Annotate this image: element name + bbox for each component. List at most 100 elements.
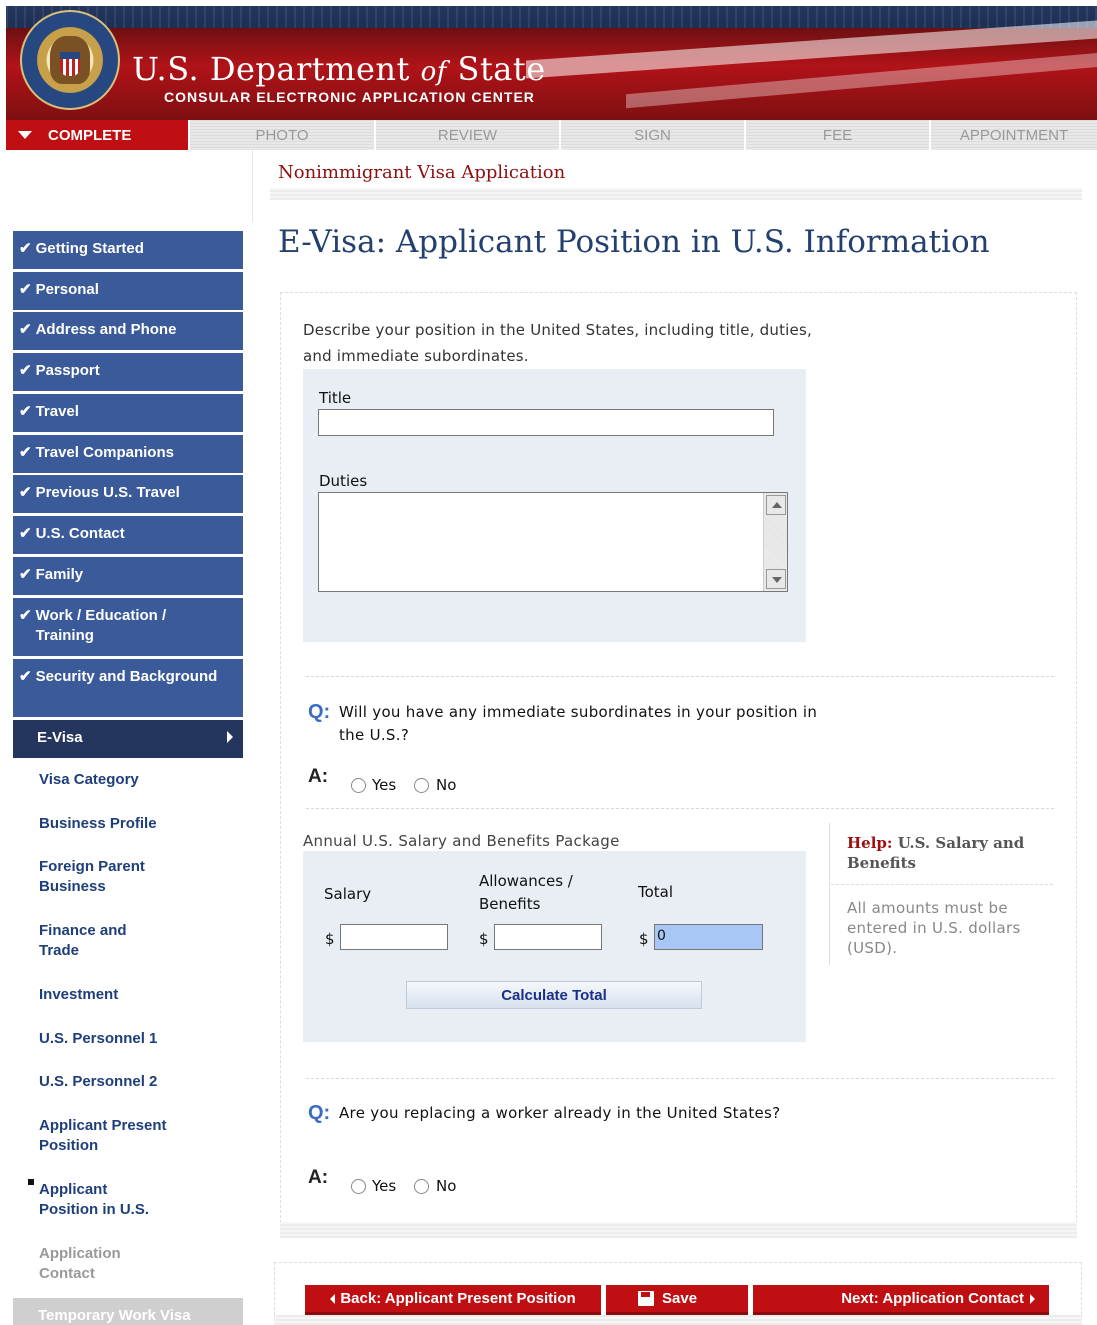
sidebar-item-label: Travel Companions	[35, 444, 174, 461]
tab-review[interactable]: REVIEW	[376, 120, 561, 150]
sidebar-subitem-investment[interactable]: Investment	[39, 985, 239, 1005]
tab-label: SIGN	[634, 126, 671, 144]
dept-name-of: of	[420, 57, 447, 87]
chevron-right-icon	[1030, 1293, 1035, 1304]
check-icon: ✔	[19, 403, 32, 420]
sidebar-item-label: Security and Background	[35, 668, 218, 685]
sidebar-item-temporary-work-visa: Temporary Work Visa	[13, 1298, 243, 1325]
tab-photo[interactable]: PHOTO	[190, 120, 376, 150]
sidebar-item-travel[interactable]: ✔ Travel	[13, 394, 243, 432]
salary-label: Salary	[324, 885, 372, 903]
current-page-bullet-icon	[28, 1179, 34, 1185]
divider	[306, 808, 1054, 809]
scroll-up-icon[interactable]	[766, 495, 786, 515]
replacing-no-radio[interactable]	[414, 1179, 429, 1194]
sidebar-subitem-business-profile[interactable]: Business Profile	[39, 814, 239, 834]
sidebar-item-label: Family	[35, 566, 84, 583]
sidebar-subitem-visa-category[interactable]: Visa Category	[39, 770, 239, 790]
sidebar-subitem-applicant-present-position[interactable]: Applicant Present Position	[39, 1116, 199, 1156]
subordinates-no-radio[interactable]	[414, 778, 429, 793]
sidebar-item-getting-started[interactable]: ✔ Getting Started	[13, 231, 243, 269]
yes-label[interactable]: Yes	[372, 776, 396, 794]
sidebar-item-label: U.S. Contact	[35, 525, 125, 542]
sidebar-item-label: Travel	[35, 403, 79, 420]
help-text: All amounts must be entered in U.S. doll…	[847, 899, 1021, 957]
floppy-disk-icon	[638, 1291, 654, 1306]
dept-name-part: U.S. Department	[132, 50, 410, 88]
salary-input[interactable]	[340, 924, 448, 950]
tab-fee[interactable]: FEE	[746, 120, 931, 150]
progress-tabs: COMPLETE PHOTO REVIEW SIGN FEE APPOINTME…	[6, 120, 1097, 150]
next-button-label: Next: Application Contact	[841, 1290, 1024, 1307]
sidebar-subitem-us-personnel-2[interactable]: U.S. Personnel 2	[39, 1072, 239, 1092]
replacing-yes-radio[interactable]	[351, 1179, 366, 1194]
tab-complete[interactable]: COMPLETE	[6, 120, 190, 150]
divider	[306, 676, 1054, 677]
sidebar-item-passport[interactable]: ✔ Passport	[13, 353, 243, 391]
allowances-label: Allowances / Benefits	[479, 872, 573, 913]
sidebar-item-previous-us-travel[interactable]: ✔ Previous U.S. Travel	[13, 475, 243, 513]
duties-textarea[interactable]	[318, 492, 788, 592]
total-input[interactable]: 0	[654, 924, 763, 950]
tab-label: COMPLETE	[48, 126, 132, 144]
sidebar-subitem-us-personnel-1[interactable]: U.S. Personnel 1	[39, 1029, 239, 1049]
sidebar-item-travel-companions[interactable]: ✔ Travel Companions	[13, 435, 243, 473]
duties-scrollbar[interactable]	[763, 493, 787, 591]
sidebar-item-work-education[interactable]: ✔ Work / Education / Training	[13, 598, 243, 656]
no-label[interactable]: No	[436, 776, 456, 794]
title-input[interactable]	[318, 409, 774, 436]
sidebar-item-label: Work / Education / Training	[35, 607, 167, 644]
sidebar-item-label: E-Visa	[37, 729, 83, 746]
check-icon: ✔	[19, 607, 32, 624]
sidebar-item-label: Address and Phone	[35, 321, 177, 338]
back-button-label: Back: Applicant Present Position	[340, 1290, 576, 1307]
allowances-input[interactable]	[494, 924, 602, 950]
scroll-down-icon[interactable]	[766, 569, 786, 589]
sidebar-item-label: Personal	[35, 281, 99, 298]
total-label: Total	[638, 883, 674, 901]
title-label: Title	[319, 389, 352, 407]
sidebar-subitem-foreign-parent-business[interactable]: Foreign Parent Business	[39, 857, 179, 897]
sidebar-item-label: Previous U.S. Travel	[35, 484, 180, 501]
check-icon: ✔	[19, 444, 32, 461]
check-icon: ✔	[19, 525, 32, 542]
sidebar-item-e-visa[interactable]: E-Visa	[13, 720, 243, 758]
page-title: E-Visa: Applicant Position in U.S. Infor…	[278, 224, 990, 260]
sidebar-item-personal[interactable]: ✔ Personal	[13, 272, 243, 310]
navigation-area-footer	[274, 1315, 1082, 1325]
tab-appointment[interactable]: APPOINTMENT	[931, 120, 1097, 150]
save-button[interactable]: Save	[606, 1285, 748, 1315]
title-divider	[270, 188, 1082, 200]
subordinates-question: Will you have any immediate subordinates…	[339, 703, 818, 744]
divider	[306, 1078, 1054, 1079]
next-button[interactable]: Next: Application Contact	[753, 1285, 1049, 1315]
sidebar-item-us-contact[interactable]: ✔ U.S. Contact	[13, 516, 243, 554]
shield-icon	[60, 52, 80, 76]
sidebar-item-security-background[interactable]: ✔ Security and Background	[13, 659, 243, 717]
dept-name-part: State	[457, 50, 546, 88]
tab-label: REVIEW	[437, 126, 498, 144]
question-marker: Q:	[308, 701, 331, 723]
check-icon: ✔	[19, 668, 32, 685]
tab-label: FEE	[822, 126, 853, 144]
position-instructions: Describe your position in the United Sta…	[303, 321, 812, 365]
check-icon: ✔	[19, 362, 32, 379]
subordinates-yes-radio[interactable]	[351, 778, 366, 793]
sidebar-item-label: Passport	[35, 362, 100, 379]
application-title: Nonimmigrant Visa Application	[278, 162, 566, 183]
back-button[interactable]: Back: Applicant Present Position	[305, 1285, 601, 1315]
replacing-worker-question: Are you replacing a worker already in th…	[339, 1104, 781, 1122]
sidebar-subitem-applicant-position-us[interactable]: Applicant Position in U.S.	[39, 1180, 169, 1220]
sidebar-item-address-phone[interactable]: ✔ Address and Phone	[13, 312, 243, 350]
currency-symbol: $	[325, 930, 335, 948]
form-container-footer	[280, 1222, 1077, 1238]
no-label[interactable]: No	[436, 1177, 456, 1195]
sidebar-subitem-finance-trade[interactable]: Finance and Trade	[39, 921, 159, 961]
tab-sign[interactable]: SIGN	[561, 120, 746, 150]
yes-label[interactable]: Yes	[372, 1177, 396, 1195]
sidebar-item-family[interactable]: ✔ Family	[13, 557, 243, 595]
answer-marker: A:	[308, 766, 329, 787]
help-prefix: Help:	[847, 834, 893, 852]
check-icon: ✔	[19, 281, 32, 298]
calculate-total-button[interactable]: Calculate Total	[406, 981, 702, 1009]
